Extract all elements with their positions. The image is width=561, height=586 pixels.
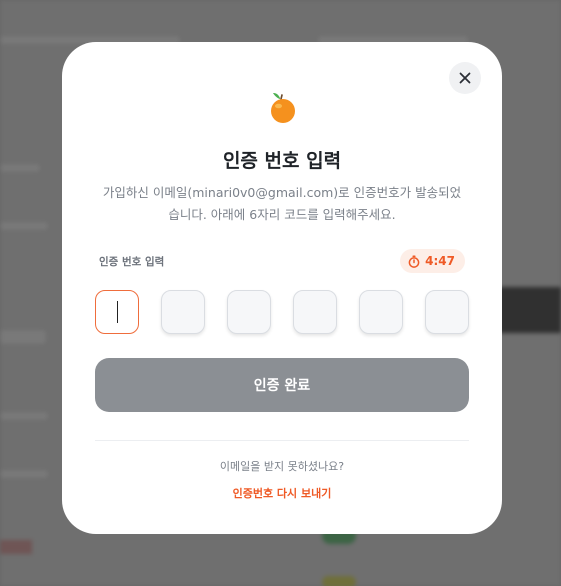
close-icon [459, 72, 471, 84]
code-digit-input[interactable] [293, 290, 337, 334]
timer-value: 4:47 [425, 254, 455, 268]
text-caret [116, 301, 118, 323]
verification-modal: 인증 번호 입력 가입하신 이메일(minari0v0@gmail.com)로 … [62, 42, 502, 534]
divider [95, 440, 469, 441]
modal-title: 인증 번호 입력 [222, 150, 342, 172]
modal-description: 가입하신 이메일(minari0v0@gmail.com)로 인증번호가 발송되… [92, 182, 472, 226]
close-button[interactable] [449, 62, 481, 94]
resend-code-link[interactable]: 인증번호 다시 보내기 [62, 485, 502, 501]
code-digit-input[interactable] [227, 290, 271, 334]
description-line: 가입하신 이메일(minari0v0@gmail.com)로 인증번호가 발송되… [102, 185, 462, 200]
stopwatch-icon [408, 255, 420, 268]
no-email-text: 이메일을 받지 못하셨나요? [219, 460, 345, 473]
orange-icon [271, 93, 295, 123]
description-line: 습니다. 아래에 6자리 코드를 입력해주세요. [168, 207, 396, 222]
code-input-group [95, 290, 469, 334]
countdown-timer: 4:47 [400, 249, 465, 273]
code-digit-input[interactable] [161, 290, 205, 334]
code-input-label: 인증 번호 입력 [99, 256, 165, 268]
code-digit-input[interactable] [425, 290, 469, 334]
verify-submit-button[interactable]: 인증 완료 [95, 358, 469, 412]
code-digit-input[interactable] [359, 290, 403, 334]
code-digit-input[interactable] [95, 290, 139, 334]
